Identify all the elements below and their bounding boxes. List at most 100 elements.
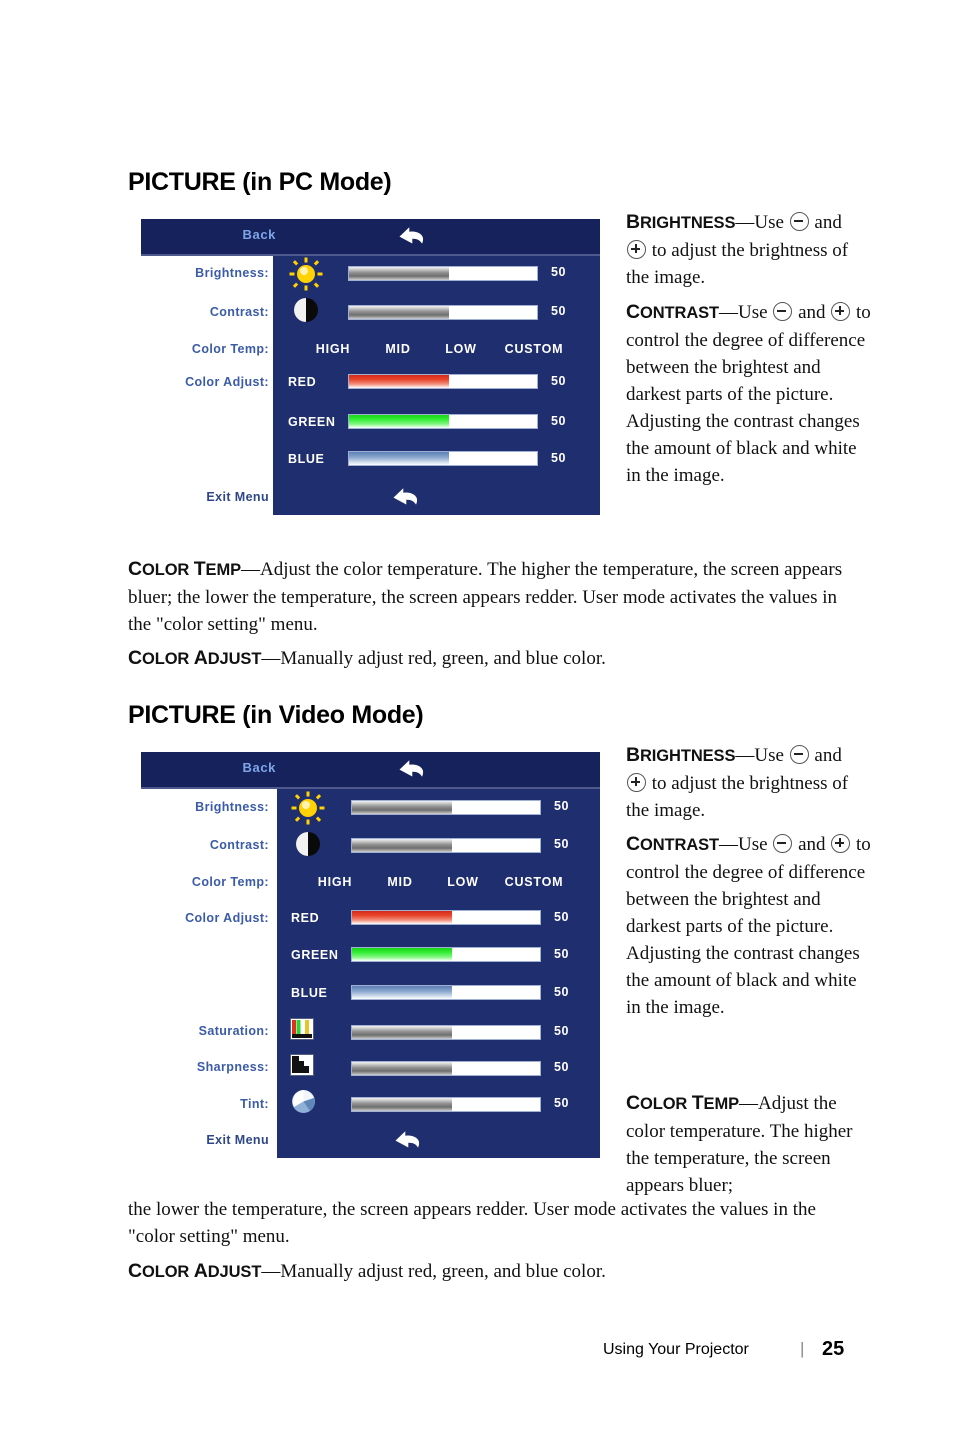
osd-row-label-tint-video: Tint: xyxy=(240,1097,269,1111)
plus-button-icon xyxy=(627,240,646,259)
osd-value-contrast-pc: 50 xyxy=(551,304,566,318)
exit-menu-arrow-icon-pc[interactable] xyxy=(391,488,419,507)
osd-slider-saturation-video[interactable] xyxy=(351,1025,541,1040)
slider-fill xyxy=(352,1026,452,1039)
osd-color-temp-option-high-pc[interactable]: HIGH xyxy=(298,342,368,356)
paragraph-color-adjust-video: COLOR ADJUST—Manually adjust red, green,… xyxy=(128,1258,850,1286)
osd-slider-contrast-video[interactable] xyxy=(351,838,541,853)
osd-value-contrast-video: 50 xyxy=(554,837,569,851)
footer-separator: | xyxy=(800,1339,805,1358)
osd-slider-green-pc[interactable] xyxy=(348,414,538,429)
osd-slider-brightness-pc[interactable] xyxy=(348,266,538,281)
term-brightness-pc: BRIGHTNESS xyxy=(626,211,736,233)
osd-channel-name-red-video: RED xyxy=(291,911,320,925)
slider-fill xyxy=(352,801,452,814)
osd-menu-pc-mode[interactable]: Back Brightness: Contrast: Color Temp: C… xyxy=(141,219,600,515)
minus-button-icon xyxy=(773,302,793,321)
osd-color-temp-option-mid-pc[interactable]: MID xyxy=(363,342,433,356)
contrast-body-a-v: —Use xyxy=(719,834,773,855)
osd-color-temp-option-low-video[interactable]: LOW xyxy=(428,875,498,889)
osd-value-brightness-video: 50 xyxy=(554,799,569,813)
osd-color-temp-option-low-pc[interactable]: LOW xyxy=(426,342,496,356)
exit-menu-arrow-icon-video[interactable] xyxy=(393,1131,421,1150)
osd-value-green-pc: 50 xyxy=(551,414,566,428)
osd-color-temp-option-mid-video[interactable]: MID xyxy=(365,875,435,889)
term-color-temp-pc: COLOR TEMP xyxy=(128,558,242,580)
osd-value-tint-video: 50 xyxy=(554,1096,569,1110)
osd-value-brightness-pc: 50 xyxy=(551,265,566,279)
osd-color-temp-option-custom-video[interactable]: CUSTOM xyxy=(489,875,579,889)
contrast-body-b: and xyxy=(793,302,831,323)
osd-slider-red-pc[interactable] xyxy=(348,374,538,389)
contrast-halfmoon-icon xyxy=(295,831,321,862)
osd-row-label-brightness-video: Brightness: xyxy=(195,800,269,814)
brightness-body-c-v: to adjust the brightness of the image. xyxy=(626,773,849,821)
osd-channel-name-green-video: GREEN xyxy=(291,948,339,962)
osd-header-bar-pc: Back xyxy=(141,219,600,256)
slider-fill xyxy=(352,839,452,852)
page-title-video-mode: PICTURE (in Video Mode) xyxy=(128,701,424,729)
minus-button-icon xyxy=(773,834,793,853)
osd-slider-red-video[interactable] xyxy=(351,910,541,925)
osd-slider-contrast-pc[interactable] xyxy=(348,305,538,320)
contrast-body-b-v: and xyxy=(793,834,831,855)
back-arrow-icon-video[interactable] xyxy=(397,760,425,779)
minus-button-icon xyxy=(789,212,809,231)
slider-fill xyxy=(349,375,449,388)
osd-row-label-color-adjust-video: Color Adjust: xyxy=(185,911,269,925)
slider-fill xyxy=(352,948,452,961)
slider-fill xyxy=(349,267,449,280)
osd-channel-name-green-pc: GREEN xyxy=(288,415,336,429)
osd-value-green-video: 50 xyxy=(554,947,569,961)
osd-row-label-brightness-pc: Brightness: xyxy=(195,266,269,280)
osd-color-temp-option-high-video[interactable]: HIGH xyxy=(300,875,370,889)
slider-fill xyxy=(349,306,449,319)
osd-row-label-exit-menu-video[interactable]: Exit Menu xyxy=(141,1133,269,1147)
osd-row-label-contrast-video: Contrast: xyxy=(209,838,269,852)
osd-slider-blue-pc[interactable] xyxy=(348,451,538,466)
paragraph-contrast-pc: CONTRAST—Use and to control the degree o… xyxy=(626,299,874,489)
osd-slider-tint-video[interactable] xyxy=(351,1097,541,1112)
sharpness-icon xyxy=(290,1054,314,1081)
osd-row-label-exit-menu-pc[interactable]: Exit Menu xyxy=(141,490,269,504)
osd-row-label-sharpness-video: Sharpness: xyxy=(196,1060,269,1074)
slider-fill xyxy=(349,452,449,465)
osd-row-label-color-adjust-pc: Color Adjust: xyxy=(185,375,269,389)
osd-value-red-video: 50 xyxy=(554,910,569,924)
saturation-colorbars-icon xyxy=(290,1018,314,1045)
slider-fill xyxy=(349,415,449,428)
brightness-body-b: and xyxy=(809,212,842,233)
osd-slider-blue-video[interactable] xyxy=(351,985,541,1000)
osd-color-temp-option-custom-pc[interactable]: CUSTOM xyxy=(489,342,579,356)
osd-row-label-contrast-pc: Contrast: xyxy=(209,305,269,319)
paragraph-color-adjust-pc: COLOR ADJUST—Manually adjust red, green,… xyxy=(128,645,850,673)
brightness-sun-icon xyxy=(291,791,325,830)
plus-button-icon xyxy=(831,834,851,853)
osd-slider-green-video[interactable] xyxy=(351,947,541,962)
osd-value-blue-pc: 50 xyxy=(551,451,566,465)
osd-row-label-saturation-video: Saturation: xyxy=(198,1024,269,1038)
back-label-pc[interactable]: Back xyxy=(141,227,276,242)
brightness-body-a: —Use xyxy=(735,212,789,233)
plus-button-icon xyxy=(831,302,851,321)
paragraph-color-temp-video-rest: the lower the temperature, the screen ap… xyxy=(128,1199,816,1247)
osd-menu-video-mode[interactable]: Back Brightness: Contrast: Color Temp: C… xyxy=(141,752,600,1158)
brightness-body-a-v: —Use xyxy=(735,745,789,766)
osd-channel-name-blue-pc: BLUE xyxy=(288,452,325,466)
term-color-temp-video: COLOR TEMP xyxy=(626,1092,740,1114)
paragraph-color-temp-pc: COLOR TEMP—Adjust the color temperature.… xyxy=(128,556,850,638)
paragraph-brightness-video: BRIGHTNESS—Use and to adjust the brightn… xyxy=(626,742,866,824)
osd-value-red-pc: 50 xyxy=(551,374,566,388)
contrast-halfmoon-icon xyxy=(293,297,319,328)
osd-channel-name-blue-video: BLUE xyxy=(291,986,328,1000)
page-title-pc-mode: PICTURE (in PC Mode) xyxy=(128,168,392,196)
plus-button-icon xyxy=(627,773,646,792)
back-arrow-icon-pc[interactable] xyxy=(397,227,425,246)
osd-value-sharpness-video: 50 xyxy=(554,1060,569,1074)
osd-slider-brightness-video[interactable] xyxy=(351,800,541,815)
contrast-body-a: —Use xyxy=(719,302,773,323)
term-contrast-pc: CONTRAST xyxy=(626,301,720,323)
back-label-video[interactable]: Back xyxy=(141,760,276,775)
document-page: PICTURE (in PC Mode) Back Brightness: Co… xyxy=(0,0,954,1432)
osd-slider-sharpness-video[interactable] xyxy=(351,1061,541,1076)
